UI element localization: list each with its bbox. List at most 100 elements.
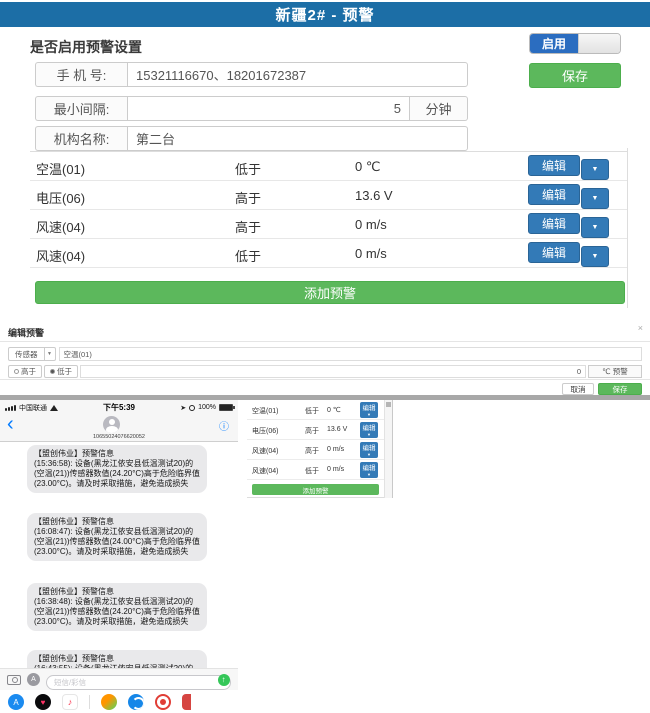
- sms-title: 【盟创伟业】预警信息: [34, 449, 200, 459]
- radio-above[interactable]: 高于: [8, 365, 42, 378]
- condition-label: 低于: [305, 466, 319, 476]
- mini-warning-panel: 空温(01) 低于 0 ℃ 编辑▼ 电压(06) 高于 13.6 V 编辑▼ 风…: [247, 400, 384, 498]
- edit-dropdown-caret-icon[interactable]: ▼: [581, 217, 609, 238]
- music-app-icon[interactable]: ♪: [62, 694, 78, 710]
- radio-below-label: 低于: [57, 366, 72, 377]
- info-icon[interactable]: ⓘ: [219, 418, 229, 433]
- sms-bubble: 【盟创伟业】预警信息 (16:38:48): 设备(黑龙江依安县低温测试20)的…: [27, 583, 207, 631]
- min-interval-field-group: 最小间隔: 分钟: [35, 96, 468, 121]
- sms-title: 【盟创伟业】预警信息: [34, 587, 200, 597]
- edit-button[interactable]: 编辑▼: [360, 462, 378, 478]
- edit-button[interactable]: 编辑▼: [360, 402, 378, 418]
- condition-label: 低于: [235, 159, 261, 178]
- mini-table-row: 风速(04) 低于 0 m/s 编辑▼: [247, 460, 384, 480]
- modal-divider: [0, 341, 650, 342]
- mini-table-row: 风速(04) 高于 0 m/s 编辑▼: [247, 440, 384, 460]
- condition-label: 高于: [235, 188, 261, 207]
- cancel-button[interactable]: 取消: [562, 383, 594, 395]
- red-app-icon[interactable]: [155, 694, 171, 710]
- browser-app-icon[interactable]: [128, 694, 144, 710]
- sensor-value-input[interactable]: [59, 347, 643, 361]
- app-store-icon[interactable]: A: [8, 694, 24, 710]
- message-input[interactable]: [46, 675, 231, 690]
- add-warning-button[interactable]: 添加预警: [35, 281, 625, 304]
- table-row: 风速(04) 低于 0 m/s 编辑 ▼: [30, 239, 627, 268]
- sensor-name: 空温(01): [36, 159, 85, 178]
- colorful-app-icon[interactable]: [101, 694, 117, 710]
- enable-toggle[interactable]: 启用: [529, 33, 621, 54]
- mini-panel-corner-icon: [386, 402, 391, 407]
- edit-dropdown-caret-icon[interactable]: ▼: [360, 412, 378, 417]
- sensor-name: 电压(06): [252, 426, 278, 436]
- sms-title: 【盟创伟业】预警信息: [34, 654, 200, 664]
- page-title: 新疆2# - 预警: [0, 2, 650, 27]
- radio-above-dot-icon: [14, 369, 19, 374]
- sensor-name: 风速(04): [252, 466, 278, 476]
- sensor-dropdown-caret-icon[interactable]: ▼: [45, 347, 56, 361]
- edit-button[interactable]: 编辑: [528, 242, 580, 263]
- enable-warning-label: 是否启用预警设置: [30, 37, 142, 57]
- threshold-input[interactable]: [80, 365, 586, 378]
- edit-button[interactable]: 编辑: [528, 213, 580, 234]
- condition-label: 高于: [305, 446, 319, 456]
- send-arrow-icon[interactable]: ↑: [218, 674, 230, 686]
- partial-app-icon[interactable]: [182, 694, 191, 710]
- threshold-value: 0 ℃: [327, 406, 341, 414]
- unit-addon-label: ℃ 预警: [588, 365, 642, 378]
- toggle-slider[interactable]: [578, 34, 620, 53]
- imessage-app-strip: A ♥ ♪: [0, 691, 238, 713]
- sms-body: (16:38:48): 设备(黑龙江依安县低温测试20)的(空温(21))传感器…: [34, 597, 200, 627]
- avatar[interactable]: [103, 416, 120, 433]
- battery-icon: [219, 404, 233, 411]
- modal-save-button[interactable]: 保存: [598, 383, 642, 395]
- screen: 新疆2# - 预警 是否启用预警设置 启用 保存 手 机 号: 最小间隔: 分钟…: [0, 0, 650, 713]
- edit-dropdown-caret-icon[interactable]: ▼: [581, 246, 609, 267]
- sms-body: (16:08:47): 设备(黑龙江依安县低温测试20)的(空温(21))传感器…: [34, 527, 200, 557]
- edit-button[interactable]: 编辑▼: [360, 442, 378, 458]
- sensor-name: 电压(06): [36, 188, 85, 207]
- min-interval-input[interactable]: [127, 96, 410, 121]
- phone-chrome: 中国联通 下午5:39 ➤ 100% ‹ 10655024076620052 ⓘ: [0, 400, 238, 442]
- condition-label: 低于: [235, 246, 261, 265]
- sensor-dropdown-button[interactable]: 传感器: [8, 347, 45, 361]
- phone-screenshot: 中国联通 下午5:39 ➤ 100% ‹ 10655024076620052 ⓘ…: [0, 400, 238, 713]
- radio-below[interactable]: 低于: [44, 365, 78, 378]
- edit-button[interactable]: 编辑▼: [360, 422, 378, 438]
- message-composer: A ↑: [0, 668, 238, 690]
- edit-dropdown-caret-icon[interactable]: ▼: [581, 159, 609, 180]
- edit-warning-modal: 编辑预警 × 传感器 ▼ 高于 低于 ℃ 预警 取消 保存: [0, 322, 650, 395]
- edit-dropdown-caret-icon[interactable]: ▼: [360, 472, 378, 477]
- add-warning-button[interactable]: 添加预警: [252, 484, 379, 495]
- save-button[interactable]: 保存: [529, 63, 621, 88]
- warning-rules-table: 空温(01) 低于 0 ℃ 编辑 ▼ 电压(06) 高于 13.6 V 编辑 ▼…: [30, 151, 627, 268]
- sensor-name: 风速(04): [36, 217, 85, 236]
- edit-button[interactable]: 编辑: [528, 184, 580, 205]
- edit-dropdown-caret-icon[interactable]: ▼: [360, 432, 378, 437]
- location-arrow-icon: ➤: [180, 404, 186, 412]
- minutes-unit-label: 分钟: [410, 96, 468, 121]
- edit-dropdown-caret-icon[interactable]: ▼: [360, 452, 378, 457]
- modal-title: 编辑预警: [8, 326, 44, 339]
- mini-table-row: 空温(01) 低于 0 ℃ 编辑▼: [247, 400, 384, 420]
- scrollbar[interactable]: [384, 400, 393, 498]
- edit-button[interactable]: 编辑: [528, 155, 580, 176]
- panel-right-border: [627, 148, 628, 308]
- mini-table-row: 电压(06) 高于 13.6 V 编辑▼: [247, 420, 384, 440]
- org-name-input[interactable]: [127, 126, 468, 151]
- phone-number-input[interactable]: [127, 62, 468, 87]
- message-list: 【盟创伟业】预警信息 (15:36:58): 设备(黑龙江依安县低温测试20)的…: [0, 443, 238, 668]
- condition-label: 低于: [305, 406, 319, 416]
- clock-icon: [189, 405, 195, 411]
- back-chevron-icon[interactable]: ‹: [7, 414, 14, 434]
- threshold-value: 0 m/s: [327, 466, 344, 473]
- sms-bubble: 【盟创伟业】预警信息 (15:36:58): 设备(黑龙江依安县低温测试20)的…: [27, 445, 207, 493]
- sensor-name: 空温(01): [252, 406, 278, 416]
- sensor-select-row: 传感器 ▼: [8, 347, 642, 361]
- edit-dropdown-caret-icon[interactable]: ▼: [581, 188, 609, 209]
- close-icon[interactable]: ×: [638, 323, 643, 333]
- phone-number-field-group: 手 机 号:: [35, 62, 468, 87]
- camera-icon[interactable]: [7, 675, 21, 685]
- black-music-app-icon[interactable]: ♥: [35, 694, 51, 710]
- imessage-apps-icon[interactable]: A: [27, 673, 40, 686]
- org-name-label: 机构名称:: [35, 126, 127, 151]
